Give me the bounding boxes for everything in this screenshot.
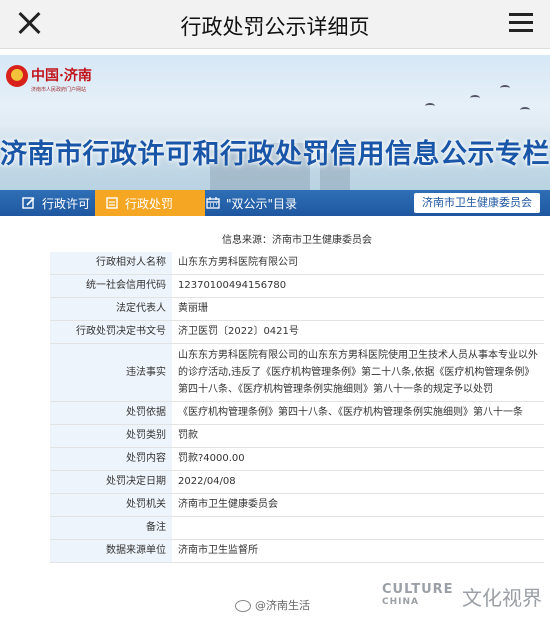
row-label: 统一社会信用代码 [50,274,172,298]
table-row: 处罚依据 《医疗机构管理条例》第四十八条、《医疗机构管理条例实施细则》第八十一条 [50,401,544,425]
bird-icon [470,95,480,101]
row-label: 行政处罚决定书文号 [50,320,172,344]
row-value: 罚款 [172,424,544,448]
table-row: 法定代表人 黄丽珊 [50,297,544,321]
bird-icon [425,103,435,109]
emblem-icon [6,65,28,87]
nav-bar: 行政许可 行政处罚 "双公示"目录 济南市卫生健康委员会 [0,190,550,216]
site-logo[interactable]: 中国·济南 济南市人民政府门户网站 [6,63,96,99]
row-value: 济南市卫生健康委员会 [172,493,544,517]
table-row: 备注 [50,516,544,540]
banner-headline: 济南市行政许可和行政处罚信用信息公示专栏 [0,139,550,170]
more-menu-icon[interactable] [506,8,536,38]
weibo-icon [235,600,251,612]
row-value: 12370100494156780 [172,274,544,298]
row-value: 《医疗机构管理条例》第四十八条、《医疗机构管理条例实施细则》第八十一条 [172,401,544,425]
row-label: 数据来源单位 [50,539,172,563]
calendar-icon [206,197,220,209]
bird-icon [500,85,510,91]
row-value: 罚款?4000.00 [172,447,544,471]
row-label: 备注 [50,516,172,540]
bird-icon [520,107,530,113]
penalty-info-table: 行政相对人名称 山东东方男科医院有限公司 统一社会信用代码 123701004941… [50,252,544,563]
edit-icon [22,197,36,209]
table-row: 处罚内容 罚款?4000.00 [50,447,544,471]
row-value: 山东东方男科医院有限公司 [172,252,544,275]
row-label: 处罚内容 [50,447,172,471]
row-value [172,516,544,540]
row-label: 处罚类别 [50,424,172,448]
nav-item-directory[interactable]: "双公示"目录 [200,190,303,216]
row-value: 济卫医罚〔2022〕0421号 [172,320,544,344]
row-value: 黄丽珊 [172,297,544,321]
table-row: 处罚类别 罚款 [50,424,544,448]
table-row: 数据来源单位 济南市卫生监督所 [50,539,544,563]
nav-item-label: 行政许可 [42,196,91,211]
info-source: 信息来源：济南市卫生健康委员会 [222,235,372,246]
table-row: 处罚机关 济南市卫生健康委员会 [50,493,544,517]
app-bar: 行政处罚公示详细页 [0,0,550,49]
row-value: 山东东方男科医院有限公司的山东东方男科医院使用卫生技术人员从事本专业以外的诊疗活… [172,343,544,402]
nav-item-penalty[interactable]: 行政处罚 [95,190,205,216]
nav-item-label: "双公示"目录 [226,196,298,211]
table-row: 行政处罚决定书文号 济卫医罚〔2022〕0421号 [50,320,544,344]
nav-item-permit[interactable]: 行政许可 [14,190,98,216]
clipboard-icon [105,197,119,209]
culture-watermark: CULTURE CHINA 文化视界 [382,582,542,610]
row-label: 违法事实 [50,343,172,402]
table-row: 统一社会信用代码 12370100494156780 [50,274,544,298]
row-label: 处罚依据 [50,401,172,425]
row-value: 2022/04/08 [172,470,544,494]
table-row: 行政相对人名称 山东东方男科医院有限公司 [50,252,544,275]
row-label: 处罚决定日期 [50,470,172,494]
row-label: 法定代表人 [50,297,172,321]
page-title: 行政处罚公示详细页 [180,15,370,39]
banner: 中国·济南 济南市人民政府门户网站 济南市行政许可和行政处罚信用信息公示专栏 [0,55,550,190]
table-row: 违法事实 山东东方男科医院有限公司的山东东方男科医院使用卫生技术人员从事本专业以外… [50,343,544,402]
table-row: 处罚决定日期 2022/04/08 [50,470,544,494]
nav-item-label: 行政处罚 [125,196,174,211]
weibo-watermark: @济南生活 [235,597,310,613]
row-label: 处罚机关 [50,493,172,517]
row-value: 济南市卫生监督所 [172,539,544,563]
row-label: 行政相对人名称 [50,252,172,275]
department-selector[interactable]: 济南市卫生健康委员会 [414,193,540,213]
